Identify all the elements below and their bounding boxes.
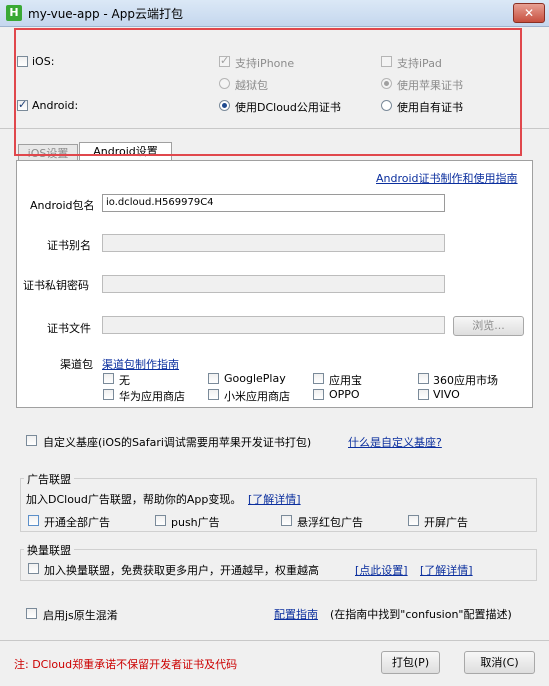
custom-base-link[interactable]: 什么是自定义基座?: [348, 434, 442, 450]
cert-password-label: 证书私钥密码: [23, 279, 89, 292]
channel-checkbox-oppo[interactable]: [313, 389, 324, 400]
cert-password-input[interactable]: [102, 275, 445, 293]
pack-button[interactable]: 打包(P): [381, 651, 440, 674]
channel-checkbox-none[interactable]: [103, 373, 114, 384]
cert-file-input[interactable]: [102, 316, 445, 334]
exchange-alliance-title: 换量联盟: [24, 542, 74, 558]
config-guide-hint: (在指南中找到"confusion"配置描述): [330, 608, 512, 621]
custom-base-checkbox[interactable]: [26, 435, 37, 446]
exchange-settings-link[interactable]: [点此设置]: [355, 562, 408, 578]
channel-checkbox-360[interactable]: [418, 373, 429, 384]
splash-ads-label: 开屏广告: [424, 516, 468, 529]
channel-label-none: 无: [119, 374, 130, 387]
js-obfuscation-checkbox[interactable]: [26, 608, 37, 619]
channel-checkbox-vivo[interactable]: [418, 389, 429, 400]
footer-divider: [0, 640, 549, 641]
channel-guide-link[interactable]: 渠道包制作指南: [102, 356, 179, 372]
channel-label-huawei: 华为应用商店: [119, 390, 185, 403]
channel-label: 渠道包: [60, 358, 93, 371]
highlight-box: [14, 28, 522, 156]
exchange-alliance-label: 加入换量联盟，免费获取更多用户，开通越早，权重越高: [44, 564, 319, 577]
float-ads-checkbox[interactable]: [281, 515, 292, 526]
channel-checkbox-huawei[interactable]: [103, 389, 114, 400]
push-ads-label: push广告: [171, 516, 220, 529]
config-guide-link[interactable]: 配置指南: [274, 606, 318, 622]
channel-label-googleplay: GooglePlay: [224, 372, 286, 385]
package-name-input[interactable]: io.dcloud.H569979C4: [102, 194, 445, 212]
channel-label-xiaomi: 小米应用商店: [224, 390, 290, 403]
cancel-button[interactable]: 取消(C): [464, 651, 535, 674]
android-cert-guide-link[interactable]: Android证书制作和使用指南: [376, 170, 518, 186]
ad-alliance-learn-more-link[interactable]: [了解详情]: [248, 491, 301, 507]
splash-ads-checkbox[interactable]: [408, 515, 419, 526]
custom-base-label: 自定义基座(iOS的Safari调试需要用苹果开发证书打包): [43, 436, 312, 449]
js-obfuscation-label: 启用js原生混淆: [43, 609, 118, 622]
close-window-button[interactable]: ✕: [513, 3, 545, 23]
channel-label-360: 360应用市场: [433, 374, 498, 387]
cert-alias-label: 证书别名: [47, 239, 91, 252]
channel-checkbox-yingyongbao[interactable]: [313, 373, 324, 384]
browse-button[interactable]: 浏览...: [453, 316, 524, 336]
footer-note: 注: DCloud郑重承诺不保留开发者证书及代码: [14, 658, 238, 671]
exchange-learn-more-link[interactable]: [了解详情]: [420, 562, 473, 578]
cert-file-label: 证书文件: [47, 322, 91, 335]
channel-label-vivo: VIVO: [433, 388, 460, 401]
package-name-label: Android包名: [30, 199, 95, 212]
exchange-alliance-checkbox[interactable]: [28, 563, 39, 574]
all-ads-label: 开通全部广告: [44, 516, 110, 529]
ad-alliance-description: 加入DCloud广告联盟，帮助你的App变现。: [26, 493, 242, 506]
hbuilder-app-icon: H: [6, 5, 22, 21]
all-ads-checkbox[interactable]: [28, 515, 39, 526]
push-ads-checkbox[interactable]: [155, 515, 166, 526]
channel-label-yingyongbao: 应用宝: [329, 374, 362, 387]
channel-label-oppo: OPPO: [329, 388, 360, 401]
channel-checkbox-xiaomi[interactable]: [208, 389, 219, 400]
float-ads-label: 悬浮红包广告: [297, 516, 363, 529]
cert-alias-input[interactable]: [102, 234, 445, 252]
window-title: my-vue-app - App云端打包: [28, 7, 183, 21]
ad-alliance-title: 广告联盟: [24, 471, 74, 487]
channel-checkbox-googleplay[interactable]: [208, 373, 219, 384]
